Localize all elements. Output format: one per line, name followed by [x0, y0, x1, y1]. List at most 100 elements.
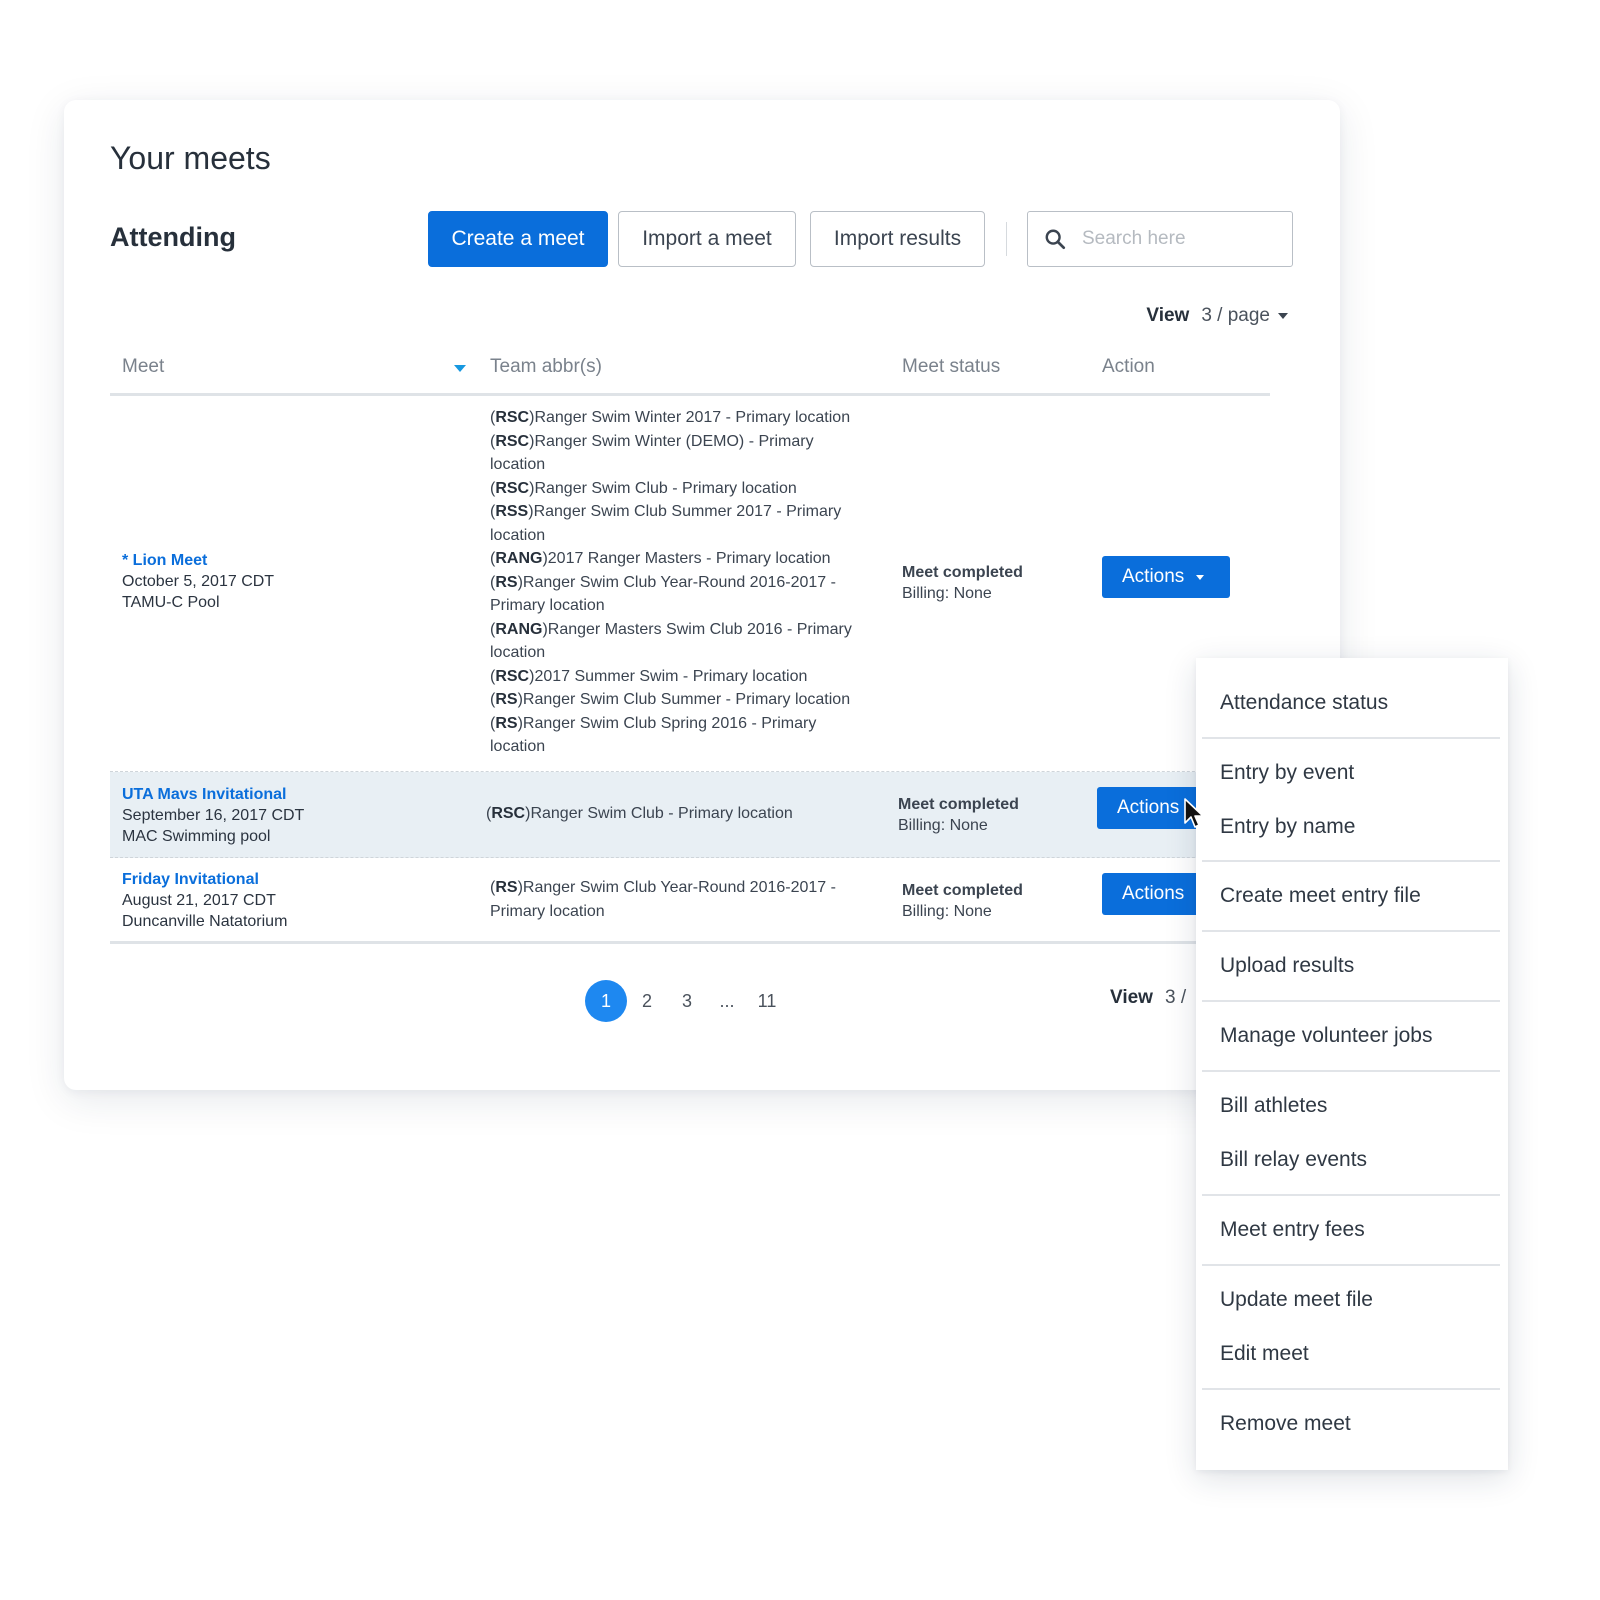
meet-name-link[interactable]: UTA Mavs Invitational [122, 784, 304, 805]
billing-status: Billing: None [902, 903, 992, 920]
team-name: Ranger Swim Winter (DEMO) - Primary loca… [490, 432, 814, 474]
menu-divider [1202, 1194, 1500, 1196]
team-abbr: RS [495, 879, 518, 896]
team-cell: (RSC)Ranger Swim Club - Primary location [486, 802, 851, 826]
team-abbr: RSC [495, 432, 530, 450]
team-entry: (RANG)2017 Ranger Masters - Primary loca… [490, 550, 831, 567]
search-box[interactable] [1027, 211, 1293, 267]
mouse-cursor-icon [1184, 798, 1204, 828]
table-row: UTA Mavs Invitational September 16, 2017… [110, 772, 1270, 858]
team-entry: (RSC)Ranger Swim Winter (DEMO) - Primary… [490, 432, 814, 474]
team-abbr: RS [495, 714, 518, 732]
search-input[interactable] [1082, 228, 1282, 250]
menu-item-upload-results[interactable]: Upload results [1220, 954, 1354, 978]
meet-cell: * Lion Meet October 5, 2017 CDT TAMU-C P… [122, 550, 274, 613]
team-name: 2017 Ranger Masters - Primary location [547, 550, 831, 567]
import-results-button[interactable]: Import results [810, 211, 985, 267]
menu-item-bill-athletes[interactable]: Bill athletes [1220, 1094, 1327, 1118]
create-meet-button[interactable]: Create a meet [428, 211, 608, 267]
meet-name-link[interactable]: * Lion Meet [122, 550, 274, 571]
menu-item-update-meet-file[interactable]: Update meet file [1220, 1288, 1373, 1312]
column-header-meet[interactable]: Meet [122, 356, 164, 378]
page-3[interactable]: 3 [667, 981, 707, 1021]
column-header-status: Meet status [902, 356, 1001, 377]
team-abbr: RSC [495, 667, 530, 685]
menu-divider [1202, 737, 1500, 739]
menu-item-create-meet-entry-file[interactable]: Create meet entry file [1220, 884, 1421, 908]
menu-divider [1202, 1070, 1500, 1072]
import-meet-button[interactable]: Import a meet [618, 211, 796, 267]
team-abbr: RS [495, 573, 518, 591]
section-title: Attending [110, 222, 236, 252]
meet-cell: UTA Mavs Invitational September 16, 2017… [122, 784, 304, 847]
meet-venue: MAC Swimming pool [122, 828, 271, 845]
billing-status: Billing: None [902, 585, 992, 602]
meet-venue: TAMU-C Pool [122, 594, 220, 611]
meet-date: August 21, 2017 CDT [122, 892, 276, 909]
menu-item-manage-volunteer-jobs[interactable]: Manage volunteer jobs [1220, 1024, 1432, 1048]
search-icon [1045, 229, 1066, 250]
actions-dropdown-menu: Attendance status Entry by event Entry b… [1196, 658, 1508, 1470]
team-entry: (RS)Ranger Swim Club Year-Round 2016-201… [490, 879, 836, 920]
meet-status: Meet completed [902, 882, 1023, 899]
team-name: Ranger Swim Club Year-Round 2016-2017 - … [490, 573, 836, 615]
team-abbr: RANG [495, 620, 543, 638]
team-name: Ranger Swim Club Summer - Primary locati… [522, 691, 851, 708]
menu-item-entry-by-name[interactable]: Entry by name [1220, 815, 1355, 839]
column-header-action: Action [1102, 356, 1155, 377]
table-row: * Lion Meet October 5, 2017 CDT TAMU-C P… [110, 396, 1270, 772]
actions-label: Actions [1122, 883, 1185, 904]
team-name: Ranger Swim Club Year-Round 2016-2017 - … [490, 879, 836, 920]
sort-caret-icon[interactable] [454, 365, 466, 372]
table-row: Friday Invitational August 21, 2017 CDT … [110, 858, 1270, 944]
team-entry: (RS)Ranger Swim Club Spring 2016 - Prima… [490, 714, 817, 756]
meets-card: Your meets Attending Create a meet Impor… [64, 100, 1340, 1090]
menu-item-entry-by-event[interactable]: Entry by event [1220, 761, 1354, 785]
menu-divider [1202, 1264, 1500, 1266]
view-per-page-top: View 3 / page [1146, 305, 1288, 327]
menu-item-bill-relay-events[interactable]: Bill relay events [1220, 1148, 1367, 1172]
meet-status: Meet completed [898, 796, 1019, 813]
page-1[interactable]: 1 [585, 980, 627, 1022]
page-ellipsis: ... [719, 990, 735, 1011]
actions-label: Actions [1117, 797, 1180, 818]
menu-divider [1202, 1000, 1500, 1002]
billing-status: Billing: None [898, 817, 988, 834]
team-cell: (RSC)Ranger Swim Winter 2017 - Primary l… [490, 406, 855, 759]
chevron-down-icon [1196, 574, 1205, 580]
page-2[interactable]: 2 [627, 981, 667, 1021]
menu-divider [1202, 1388, 1500, 1390]
team-abbr: RANG [495, 550, 543, 567]
team-abbr: RSC [495, 479, 530, 497]
menu-item-edit-meet[interactable]: Edit meet [1220, 1342, 1309, 1366]
table-header: Meet Team abbr(s) Meet status Action [110, 348, 1270, 396]
team-abbr: RSC [495, 409, 530, 426]
menu-item-meet-entry-fees[interactable]: Meet entry fees [1220, 1218, 1365, 1242]
toolbar-divider [1006, 222, 1007, 256]
meet-name-link[interactable]: Friday Invitational [122, 869, 287, 890]
team-entry: (RSC)Ranger Swim Winter 2017 - Primary l… [490, 409, 851, 426]
team-abbr: RS [495, 691, 518, 708]
menu-item-remove-meet[interactable]: Remove meet [1220, 1412, 1351, 1436]
team-entry: (RS)Ranger Swim Club Year-Round 2016-201… [490, 573, 836, 615]
team-name: Ranger Swim Club Spring 2016 - Primary l… [490, 714, 817, 756]
menu-divider [1202, 860, 1500, 862]
page-11[interactable]: 11 [747, 981, 787, 1021]
view-label: View [1110, 987, 1153, 1008]
menu-item-attendance-status[interactable]: Attendance status [1220, 691, 1388, 715]
per-page-value: 3 / page [1201, 305, 1270, 326]
team-entry: (RANG)Ranger Masters Swim Club 2016 - Pr… [490, 620, 852, 662]
status-cell: Meet completed Billing: None [898, 794, 1019, 836]
team-name: Ranger Swim Club - Primary location [530, 805, 793, 822]
team-entry: (RS)Ranger Swim Club Summer - Primary lo… [490, 691, 851, 708]
actions-button[interactable]: Actions [1102, 556, 1230, 598]
meet-date: September 16, 2017 CDT [122, 807, 305, 824]
meet-venue: Duncanville Natatorium [122, 913, 288, 930]
per-page-select[interactable]: 3 / [1165, 987, 1186, 1009]
team-name: Ranger Swim Winter 2017 - Primary locati… [534, 409, 851, 426]
team-name: Ranger Swim Club Summer 2017 - Primary l… [490, 503, 842, 544]
pagination: 1 2 3 ... 11 [585, 980, 787, 1022]
team-abbr: RSC [491, 805, 526, 822]
per-page-select[interactable]: 3 / page [1201, 305, 1288, 327]
meet-date: October 5, 2017 CDT [122, 573, 275, 590]
